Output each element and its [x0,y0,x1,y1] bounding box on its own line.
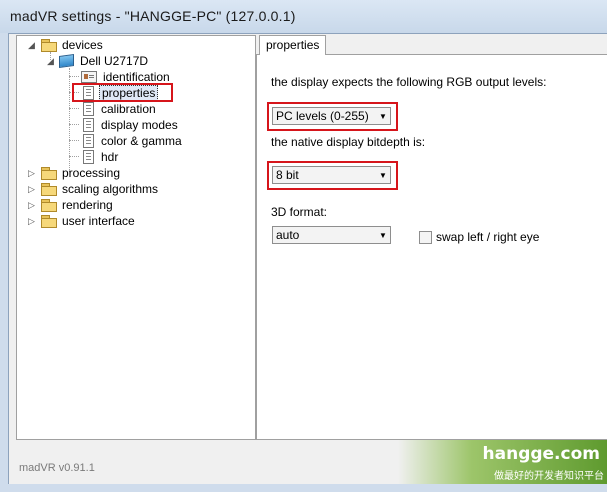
page-icon [83,102,94,116]
footer: madVR v0.91.1 hangge.com 做最好的开发者知识平台 [9,440,607,485]
settings-window-body: ◢ devices ◢ Dell U2717D identification p… [8,33,607,486]
bitdepth-label: the native display bitdepth is: [271,135,426,149]
rendering-label: rendering [62,198,113,212]
folder-icon [41,215,57,228]
devices-collapse-icon[interactable]: ◢ [27,41,36,50]
watermark-text: hangge.com [482,444,600,464]
user-interface-label: user interface [62,214,135,228]
chevron-down-icon: ▼ [379,230,387,240]
id-card-icon [81,71,97,83]
page-icon [83,118,94,132]
tree-item-processing[interactable]: processing [41,165,122,181]
watermark-subtext: 做最好的开发者知识平台 [494,471,604,482]
tree-item-devices[interactable]: devices [41,37,105,53]
hdr-label: hdr [101,150,119,164]
folder-icon [41,39,57,52]
tree-item-user-interface[interactable]: user interface [41,213,137,229]
window-frame-bottom [0,484,607,492]
color-gamma-label: color & gamma [101,134,182,148]
display-modes-label: display modes [101,118,178,132]
folder-icon [41,199,57,212]
monitor-label: Dell U2717D [80,54,149,68]
3d-format-dropdown[interactable]: auto ▼ [272,226,391,244]
swap-eye-option[interactable]: swap left / right eye [419,230,539,244]
scaling-algorithms-label: scaling algorithms [62,182,159,196]
identification-label: identification [103,70,170,84]
folder-icon [41,183,57,196]
3d-format-value: auto [276,228,300,242]
processing-label: processing [62,166,121,180]
tab-content: the display expects the following RGB ou… [256,54,607,440]
highlight-box [72,83,173,102]
3d-format-label: 3D format: [271,205,328,219]
tree-item-monitor[interactable]: Dell U2717D [59,53,150,69]
expand-icon[interactable]: ▷ [27,201,36,210]
calibration-label: calibration [101,102,156,116]
swap-eye-checkbox[interactable] [419,230,432,244]
tree-item-hdr[interactable]: hdr [83,149,120,165]
expand-icon[interactable]: ▷ [27,185,36,194]
highlight-box [267,102,398,131]
tree-item-calibration[interactable]: calibration [83,101,158,117]
folder-icon [41,167,57,180]
monitor-icon [59,53,74,69]
properties-panel: properties the display expects the follo… [256,35,607,440]
window-title: madVR settings - "HANGGE-PC" (127.0.0.1) [10,8,296,24]
tree-item-scaling-algorithms[interactable]: scaling algorithms [41,181,160,197]
tree-item-display-modes[interactable]: display modes [83,117,180,133]
version-label: madVR v0.91.1 [19,462,95,474]
swap-eye-label: swap left / right eye [436,230,540,244]
expand-icon[interactable]: ▷ [27,169,36,178]
highlight-box [267,161,398,190]
page-icon [83,150,94,164]
title-bar[interactable]: madVR settings - "HANGGE-PC" (127.0.0.1) [0,0,607,33]
expand-icon[interactable]: ▷ [27,217,36,226]
settings-tree: ◢ devices ◢ Dell U2717D identification p… [16,35,256,440]
devices-label: devices [62,38,103,52]
tree-item-rendering[interactable]: rendering [41,197,115,213]
monitor-collapse-icon[interactable]: ◢ [46,57,55,66]
rgb-levels-label: the display expects the following RGB ou… [271,75,547,89]
tab-properties[interactable]: properties [259,35,327,55]
page-icon [83,134,94,148]
tree-item-color-gamma[interactable]: color & gamma [83,133,184,149]
watermark-logo: hangge.com 做最好的开发者知识平台 [398,440,607,485]
